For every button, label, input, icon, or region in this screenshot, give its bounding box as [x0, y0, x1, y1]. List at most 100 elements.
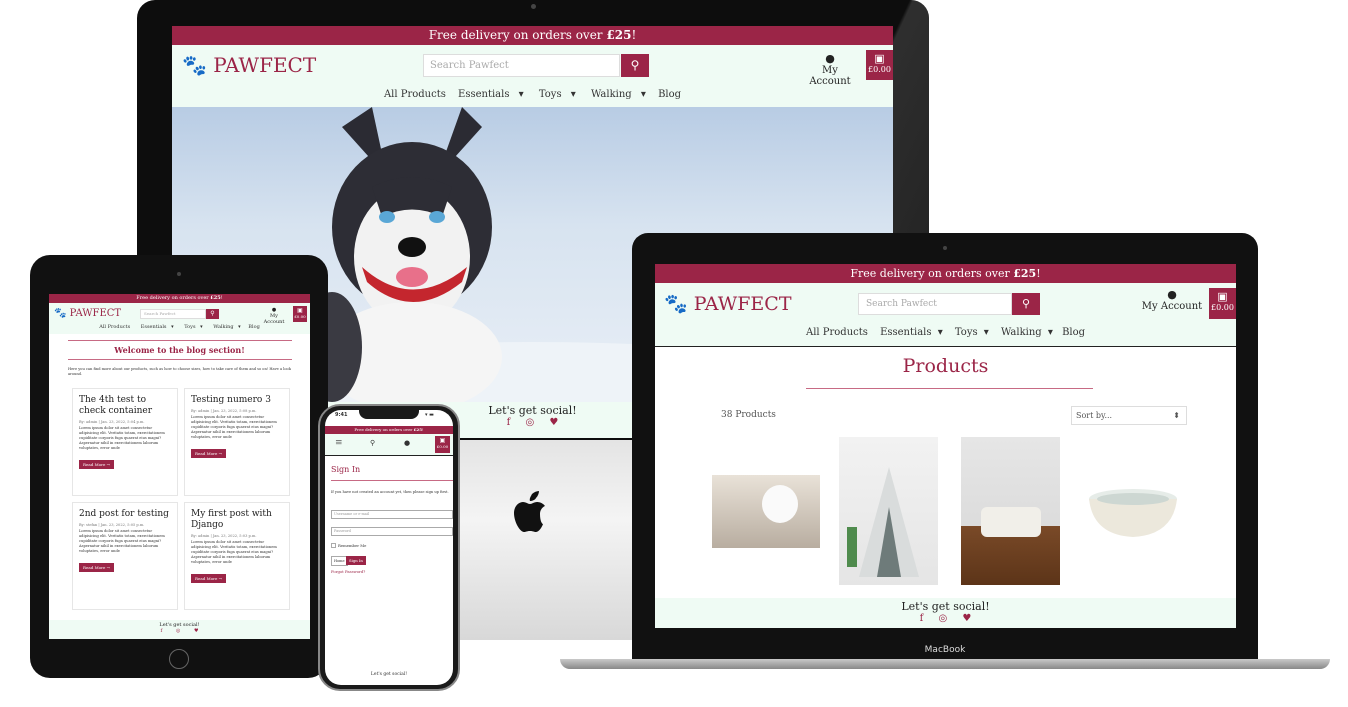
search-icon: ⚲	[630, 58, 640, 72]
site-logo[interactable]: 🐾 PAWFECT	[182, 53, 316, 77]
instagram-icon[interactable]: ◎	[939, 613, 948, 624]
search-icon[interactable]: ⚲	[370, 439, 375, 447]
read-more-button[interactable]: Read More →	[79, 460, 115, 469]
bag-icon: ▣	[439, 437, 446, 444]
search-input[interactable]: Search Pawfect	[423, 54, 620, 77]
nav-toys-label: Toys	[538, 89, 562, 100]
read-more-button[interactable]: Read More →	[191, 574, 227, 583]
phone-bag-button[interactable]: ▣ £0.00	[435, 436, 450, 453]
twitter-icon[interactable]: ♥	[549, 417, 558, 428]
nav-all-products[interactable]: All Products	[99, 324, 130, 330]
desktop-camera	[531, 4, 536, 9]
nav-walking[interactable]: Walking ▾	[210, 324, 240, 330]
caret-down-icon: ▾	[570, 89, 576, 100]
laptop-account-link[interactable]: ● My Account	[1141, 288, 1203, 312]
nav-essentials[interactable]: Essentials ▾	[455, 89, 527, 100]
laptop-footer: Let's get social! f ◎ ♥	[655, 598, 1236, 628]
laptop-promo-amount: £25	[1013, 267, 1037, 280]
nav-toys-label: Toys	[184, 324, 196, 330]
tablet-logo[interactable]: 🐾 PAWFECT	[54, 308, 121, 319]
products-title: Products	[902, 355, 989, 377]
search-button[interactable]: ⚲	[621, 54, 649, 77]
paw-icon: 🐾	[182, 53, 207, 77]
facebook-icon[interactable]: f	[507, 417, 511, 428]
remember-checkbox[interactable]	[331, 543, 336, 548]
tablet-camera	[177, 272, 181, 276]
product-card[interactable]	[961, 437, 1060, 585]
bag-button[interactable]: ▣ £0.00	[866, 50, 893, 80]
facebook-icon[interactable]: f	[161, 628, 163, 634]
laptop-search-input[interactable]: Search Pawfect	[858, 293, 1012, 315]
laptop-base	[560, 659, 1330, 669]
laptop-logo[interactable]: 🐾 PAWFECT	[664, 292, 792, 315]
instagram-icon[interactable]: ◎	[176, 628, 180, 634]
account-link[interactable]: ● My Account	[800, 52, 860, 87]
product-card[interactable]	[1087, 487, 1179, 539]
promo-text: Free delivery on orders over	[428, 28, 607, 42]
laptop-search-button[interactable]: ⚲	[1012, 293, 1040, 315]
post-title[interactable]: My first post with Django	[191, 509, 283, 531]
laptop-promo-end: !	[1036, 267, 1041, 280]
nav-walking[interactable]: Walking ▾	[998, 327, 1053, 338]
password-input[interactable]: Password	[331, 527, 453, 536]
post-title[interactable]: 2nd post for testing	[79, 509, 171, 520]
user-icon: ●	[1167, 288, 1177, 301]
hamburger-icon[interactable]: ≡	[335, 438, 343, 448]
tablet-search-button[interactable]: ⚲	[206, 309, 219, 319]
signin-intro: If you have not created an account yet, …	[331, 490, 449, 494]
twitter-icon[interactable]: ♥	[962, 613, 971, 624]
nav-essentials[interactable]: Essentials ▾	[138, 324, 174, 330]
post-title[interactable]: Testing numero 3	[191, 395, 283, 406]
nav-blog[interactable]: Blog	[1062, 327, 1085, 338]
nav-toys[interactable]: Toys ▾	[536, 89, 579, 100]
laptop-camera	[943, 246, 947, 250]
nav-walking[interactable]: Walking ▾	[588, 89, 649, 100]
laptop-account-label: My Account	[1141, 301, 1203, 312]
tablet-bag-button[interactable]: ▣ £0.00	[293, 306, 307, 322]
product-card[interactable]	[839, 437, 938, 585]
nav-walking-label: Walking	[591, 89, 632, 100]
tablet-search-input[interactable]: Search Pawfect	[140, 309, 206, 319]
post-title[interactable]: The 4th test to check container	[79, 395, 171, 417]
tablet-home-button[interactable]	[169, 649, 189, 669]
sort-select[interactable]: Sort by... ⬍	[1071, 406, 1187, 425]
caret-down-icon: ▾	[640, 89, 646, 100]
tablet-promo-end: !	[220, 295, 223, 301]
laptop-promo-banner: Free delivery on orders over £25!	[655, 264, 1236, 283]
twitter-icon[interactable]: ♥	[194, 628, 198, 634]
tablet-promo-amount: £25	[210, 295, 221, 301]
status-icons: ▾ ▬	[425, 412, 434, 418]
nav-blog[interactable]: Blog	[248, 324, 259, 330]
search-icon: ⚲	[1021, 297, 1031, 310]
nav-essentials-label: Essentials	[458, 89, 510, 100]
promo-end: !	[631, 28, 637, 42]
nav-all-products[interactable]: All Products	[384, 89, 446, 100]
nav-toys[interactable]: Toys ▾	[181, 324, 202, 330]
user-icon[interactable]: ●	[404, 439, 410, 447]
nav-essentials[interactable]: Essentials ▾	[877, 327, 943, 338]
user-icon: ●	[825, 52, 835, 65]
read-more-button[interactable]: Read More →	[79, 563, 115, 572]
nav-all-products[interactable]: All Products	[806, 327, 868, 338]
tablet-footer: Let's get social! f ◎ ♥	[49, 620, 310, 639]
read-more-button[interactable]: Read More →	[191, 449, 227, 458]
post-excerpt: Lorem ipsum dolor sit amet consectetur a…	[191, 415, 277, 439]
laptop-nav: All Products Essentials ▾ Toys ▾ Walking…	[655, 327, 1236, 338]
instagram-icon[interactable]: ◎	[526, 417, 535, 428]
nav-essentials-label: Essentials	[880, 327, 932, 338]
paw-icon: 🐾	[54, 308, 67, 319]
select-arrows-icon: ⬍	[1173, 411, 1180, 420]
post-excerpt: Lorem ipsum dolor sit amet consectetur a…	[79, 529, 165, 553]
username-input[interactable]: Username or e-mail	[331, 510, 453, 519]
facebook-icon[interactable]: f	[920, 613, 924, 624]
tablet-nav: All Products Essentials ▾ Toys ▾ Walking…	[49, 324, 310, 330]
nav-blog[interactable]: Blog	[658, 89, 681, 100]
tablet-promo-banner: Free delivery on orders over £25!	[49, 294, 310, 303]
signin-button[interactable]: Sign In	[346, 556, 366, 565]
tablet-account-link[interactable]: ● My Account	[259, 307, 289, 325]
forgot-password-link[interactable]: Forgot Password?	[331, 569, 365, 574]
phone-promo-banner: Free delivery on orders over £25!	[325, 426, 453, 434]
laptop-bag-button[interactable]: ▣ £0.00	[1209, 288, 1236, 319]
nav-toys[interactable]: Toys ▾	[952, 327, 989, 338]
product-card[interactable]	[712, 475, 820, 548]
